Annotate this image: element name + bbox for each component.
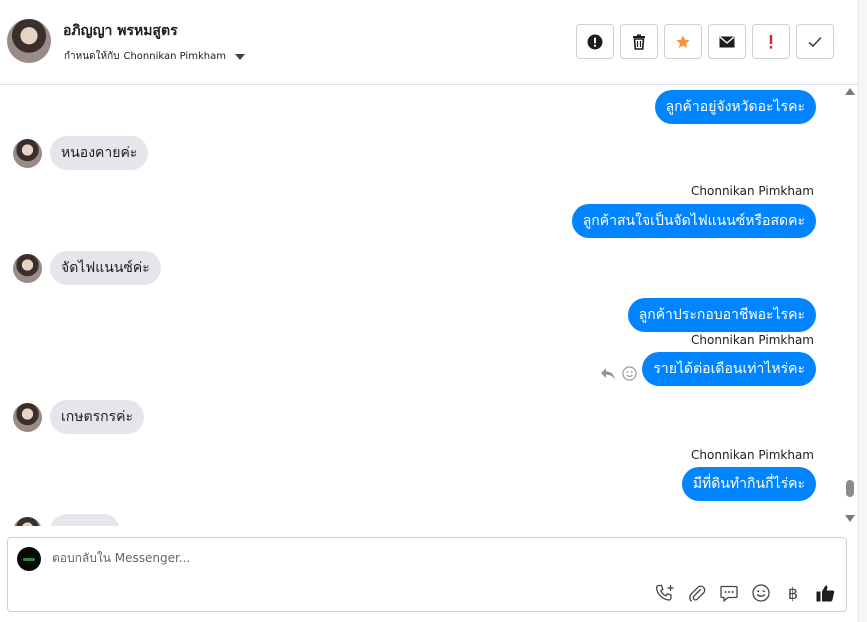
message-bubble-incoming[interactable]: เกษตรกรค่ะ: [50, 400, 144, 434]
star-icon: [676, 34, 690, 48]
assignment-row: กำหนดให้กับ Chonnikan Pimkham: [64, 49, 245, 64]
header-actions: [576, 24, 834, 59]
emoji-icon: [752, 584, 770, 602]
sender-name: Chonnikan Pimkham: [691, 184, 814, 198]
message-outgoing[interactable]: ลูกค้าอยู่จังหวัดอะไรคะ: [654, 90, 816, 124]
saved-reply-icon: [720, 585, 738, 602]
phone-add-icon: [655, 584, 674, 601]
message-outgoing[interactable]: มีที่ดินทำกินกี่ไร่คะ: [681, 467, 816, 501]
attach-button[interactable]: [686, 582, 708, 604]
message-outgoing[interactable]: รายได้ต่อเดือนเท่าไหร่คะ: [642, 352, 816, 386]
message-list[interactable]: ลูกค้าอยู่จังหวัดอะไรคะ หนองคายค่ะ Chonn…: [0, 86, 840, 526]
message-hover-actions: [600, 366, 637, 381]
contact-avatar-small[interactable]: [13, 403, 42, 432]
trash-icon: [633, 34, 645, 50]
message-scrollbar-thumb[interactable]: [846, 480, 854, 497]
contact-avatar[interactable]: [7, 19, 51, 63]
baht-icon: ฿: [787, 583, 799, 603]
conversation-header: อภิญญา พรหมสูตร กำหนดให้กับ Chonnikan Pi…: [0, 0, 858, 85]
payment-button[interactable]: ฿: [782, 582, 804, 604]
assign-prefix: กำหนดให้กับ: [64, 51, 120, 62]
assign-dropdown-icon[interactable]: [234, 53, 245, 60]
composer-tools: ฿: [654, 582, 836, 604]
scroll-up-arrow-icon[interactable]: [845, 88, 855, 95]
page-avatar: [17, 547, 41, 571]
reply-icon[interactable]: [600, 367, 616, 381]
emoji-button[interactable]: [750, 582, 772, 604]
follow-up-button[interactable]: [752, 24, 790, 59]
message-bubble-incoming[interactable]: จัดไฟแนนซ์ค่ะ: [50, 251, 161, 285]
star-button[interactable]: [664, 24, 702, 59]
scroll-down-arrow-icon[interactable]: [845, 515, 855, 522]
assignee-name[interactable]: Chonnikan Pimkham: [123, 51, 225, 62]
call-button[interactable]: [654, 582, 676, 604]
envelope-icon: [719, 35, 735, 47]
reply-input[interactable]: [52, 551, 812, 565]
contact-name[interactable]: อภิญญา พรหมสูตร: [63, 20, 178, 42]
sender-name: Chonnikan Pimkham: [691, 448, 814, 462]
saved-reply-button[interactable]: [718, 582, 740, 604]
contact-avatar-small[interactable]: [13, 517, 42, 526]
message-bubble-incoming[interactable]: หนองคายค่ะ: [50, 136, 149, 170]
spam-button[interactable]: [576, 24, 614, 59]
inbox-conversation: อภิญญา พรหมสูตร กำหนดให้กับ Chonnikan Pi…: [0, 0, 867, 622]
message-outgoing[interactable]: ลูกค้าสนใจเป็นจัดไฟแนนซ์หรือสดคะ: [571, 204, 816, 238]
exclamation-icon: [769, 34, 773, 49]
contact-avatar-small[interactable]: [13, 254, 42, 283]
mark-unread-button[interactable]: [708, 24, 746, 59]
react-emoji-icon[interactable]: [622, 366, 637, 381]
contact-avatar-small[interactable]: [13, 139, 42, 168]
message-outgoing[interactable]: ลูกค้าประกอบอาชีพอะไรคะ: [627, 298, 816, 332]
exclamation-circle-icon: [587, 34, 603, 49]
paperclip-icon: [689, 585, 706, 602]
mark-done-button[interactable]: [796, 24, 834, 59]
reply-composer: ฿: [7, 537, 847, 612]
check-icon: [808, 36, 822, 47]
thumbs-up-icon: [816, 585, 834, 602]
message-bubble-incoming[interactable]: [50, 514, 120, 526]
sender-name: Chonnikan Pimkham: [691, 333, 814, 347]
delete-button[interactable]: [620, 24, 658, 59]
like-button[interactable]: [814, 582, 836, 604]
page-scrollbar[interactable]: [858, 0, 867, 622]
